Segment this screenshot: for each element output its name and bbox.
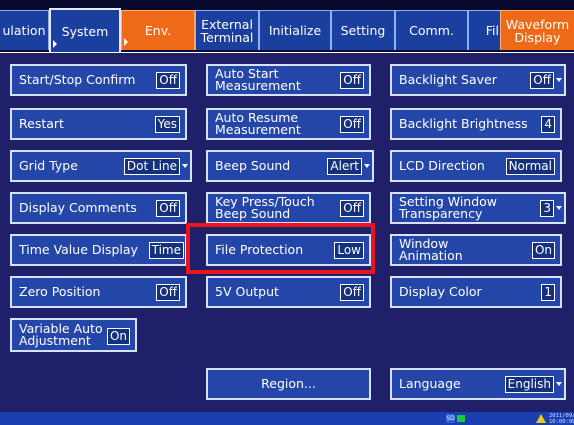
setting-label: Display Color [399,284,482,299]
setting-value: Off [340,200,364,217]
warning-icon [536,414,546,423]
tab-label: Comm. [409,23,454,38]
display-color-setting[interactable]: Display Color 1 [390,276,562,308]
time-text: 10:00:00 [549,419,574,425]
lcd-direction-setting[interactable]: LCD Direction Normal [390,150,562,182]
setting-label: Key Press/Touch Beep Sound [215,194,315,221]
setting-value: Off [340,72,364,89]
setting-value: Normal [505,158,555,175]
setting-label: Zero Position [19,284,101,299]
language-setting[interactable]: Language English [390,368,566,400]
setting-label: Beep Sound [215,158,291,173]
dropdown-arrow-icon [556,206,562,210]
tab-marker-icon [124,38,128,46]
setting-value: Off [340,116,364,133]
setting-label: Backlight Brightness [399,116,528,131]
backlight-brightness-setting[interactable]: Backlight Brightness 4 [390,108,562,140]
dropdown-arrow-icon [556,382,562,386]
setting-value: 3 [540,200,554,217]
tab-calculation[interactable]: ulation [0,10,49,50]
5v-output-setting[interactable]: 5V Output Off [206,276,371,308]
setting-label: Grid Type [19,158,78,173]
beep-sound-setting[interactable]: Beep Sound Alert [206,150,374,182]
setting-label: Language [399,376,461,391]
tab-setting[interactable]: Setting [331,10,395,50]
tab-waveform-display[interactable]: Waveform Display [500,10,574,50]
sd-card-icon: SD [446,414,455,423]
setting-value: Off [156,284,180,301]
tab-comm[interactable]: Comm. [395,10,468,50]
setting-label: Restart [19,116,64,131]
key-press-touch-beep-sound-setting[interactable]: Key Press/Touch Beep Sound Off [206,192,371,224]
setting-value: Time [148,242,184,259]
setting-label: Display Comments [19,200,137,215]
tab-external-terminal[interactable]: External Terminal [195,10,259,50]
start-stop-confirm-setting[interactable]: Start/Stop Confirm Off [10,64,187,96]
setting-value: Off [156,200,180,217]
setting-value: 1 [541,284,555,301]
zero-position-setting[interactable]: Zero Position Off [10,276,187,308]
restart-setting[interactable]: Restart Yes [10,108,187,140]
backlight-saver-setting[interactable]: Backlight Saver Off [390,64,566,96]
tab-label: External Terminal [200,16,254,45]
tab-label: Waveform Display [505,16,570,45]
setting-value: Off [156,72,180,89]
setting-window-transparency-setting[interactable]: Setting Window Transparency 3 [390,192,566,224]
setting-label: Auto Resume Measurement [215,110,301,137]
tab-system[interactable]: System [49,8,121,52]
tab-label: Initialize [268,23,322,38]
setting-label: Time Value Display [19,242,138,257]
sd-usage-icon [457,415,465,422]
tab-label: System [61,23,109,39]
setting-value: English [504,376,554,393]
tab-label: Fil [485,23,499,38]
variable-auto-adjustment-setting[interactable]: Variable Auto Adjustment On [10,318,137,352]
region-button[interactable]: Region... [206,368,371,400]
setting-label: Start/Stop Confirm [19,72,136,87]
time-value-display-setting[interactable]: Time Value Display Time [10,234,187,266]
tab-marker-icon [53,40,57,48]
setting-label: Setting Window Transparency [399,194,498,221]
tab-env[interactable]: Env. [121,10,195,50]
setting-label: Window Animation [399,236,463,263]
setting-value: On [106,328,130,345]
region-button-label: Region... [261,376,316,391]
setting-label: Auto Start Measurement [215,66,301,93]
setting-value: On [531,242,555,259]
tab-bar: ulation System Env. External Terminal In… [0,0,574,52]
auto-start-measurement-setting[interactable]: Auto Start Measurement Off [206,64,371,96]
clock: 2011/09/05 10:00:00 [549,413,574,425]
selection-highlight [186,223,375,274]
dropdown-arrow-icon [556,78,562,82]
setting-value: 4 [541,116,555,133]
setting-value: Yes [154,116,180,133]
setting-label: Backlight Saver [399,72,497,87]
tab-label: ulation [2,23,46,38]
setting-label: 5V Output [215,284,279,299]
setting-value: Off [530,72,554,89]
setting-value: Dot Line [123,158,180,175]
setting-label: LCD Direction [399,158,485,173]
grid-type-setting[interactable]: Grid Type Dot Line [10,150,192,182]
setting-value: Alert [327,158,362,175]
auto-resume-measurement-setting[interactable]: Auto Resume Measurement Off [206,108,371,140]
display-comments-setting[interactable]: Display Comments Off [10,192,187,224]
screen: ulation System Env. External Terminal In… [0,0,574,425]
dropdown-arrow-icon [182,164,188,168]
tab-initialize[interactable]: Initialize [259,10,331,50]
tab-label: Env. [144,23,172,38]
dropdown-arrow-icon [364,164,370,168]
tab-file[interactable]: Fil [468,10,502,50]
window-animation-setting[interactable]: Window Animation On [390,234,562,266]
tab-label: Setting [340,23,386,38]
setting-label: Variable Auto Adjustment [19,321,103,348]
setting-value: Off [340,284,364,301]
status-bar [0,412,574,425]
